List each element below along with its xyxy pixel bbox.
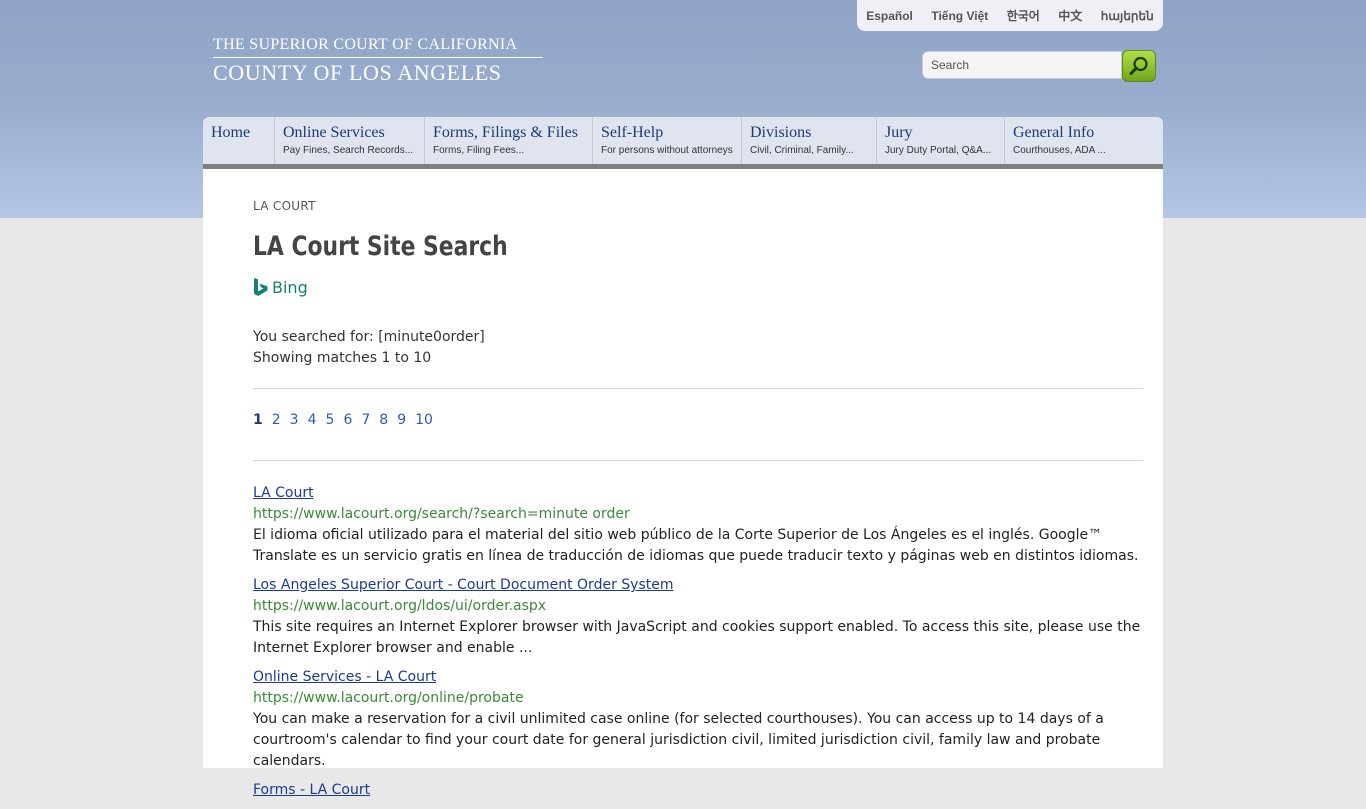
nav-jury-sub: Jury Duty Portal, Q&A...: [885, 145, 992, 156]
nav-divisions-title: Divisions: [750, 124, 812, 141]
result-title-link[interactable]: LA Court: [253, 483, 1143, 504]
result-title-link[interactable]: Forms - LA Court: [253, 780, 1143, 801]
nav-divisions-sub: Civil, Criminal, Family...: [750, 145, 854, 156]
site-search-input[interactable]: [922, 51, 1122, 79]
bing-icon: [254, 278, 268, 296]
search-button[interactable]: [1122, 50, 1156, 82]
nav-forms-filings-title: Forms, Filings & Files: [433, 124, 578, 141]
search-result: Forms - LA Court: [253, 780, 1143, 801]
bing-label: Bing: [272, 277, 308, 297]
nav-online-services-title: Online Services: [283, 124, 385, 141]
page-link-2[interactable]: 2: [272, 412, 281, 428]
breadcrumb[interactable]: LA COURT: [253, 199, 316, 213]
language-korean-link[interactable]: 한국어: [1007, 7, 1040, 24]
page-link-3[interactable]: 3: [290, 412, 299, 428]
logo-line-2: COUNTY OF LOS ANGELES: [213, 60, 502, 85]
search-result: Online Services - LA Court https://www.l…: [253, 667, 1143, 772]
nav-self-help-sub: For persons without attorneys: [601, 145, 733, 156]
nav-general-info-title: General Info: [1013, 124, 1095, 141]
page-link-5[interactable]: 5: [326, 412, 335, 428]
nav-self-help[interactable]: Self-Help For persons without attorneys: [593, 117, 742, 164]
divider: [253, 388, 1143, 389]
searched-for-text: You searched for: [minute0order]: [253, 329, 485, 345]
search-summary: You searched for: [minute0order] Showing…: [253, 327, 485, 369]
page-title: LA Court Site Search: [253, 231, 508, 262]
main-nav: Home Online Services Pay Fines, Search R…: [203, 117, 1163, 169]
nav-home-title: Home: [211, 124, 251, 141]
result-title-link[interactable]: Online Services - LA Court: [253, 667, 1143, 688]
result-url: https://www.lacourt.org/online/probate: [253, 690, 524, 706]
search-results: LA Court https://www.lacourt.org/search/…: [253, 483, 1143, 809]
page-link-4[interactable]: 4: [308, 412, 317, 428]
nav-forms-filings[interactable]: Forms, Filings & Files Forms, Filing Fee…: [425, 117, 593, 164]
nav-online-services-sub: Pay Fines, Search Records...: [283, 145, 414, 156]
nav-home[interactable]: Home: [203, 117, 275, 164]
result-description: You can make a reservation for a civil u…: [253, 711, 1104, 769]
search-result: LA Court https://www.lacourt.org/search/…: [253, 483, 1143, 567]
nav-forms-filings-sub: Forms, Filing Fees...: [433, 145, 525, 156]
nav-jury[interactable]: Jury Jury Duty Portal, Q&A...: [877, 117, 1005, 164]
result-description: El idioma oficial utilizado para el mate…: [253, 527, 1139, 564]
language-spanish-link[interactable]: Español: [866, 9, 913, 23]
language-armenian-link[interactable]: հայերեն: [1101, 9, 1154, 23]
nav-general-info-sub: Courthouses, ADA ...: [1013, 145, 1106, 156]
page-link-10[interactable]: 10: [415, 412, 433, 428]
court-logo[interactable]: THE SUPERIOR COURT OF CALIFORNIA COUNTY …: [213, 36, 543, 86]
logo-line-1: THE SUPERIOR COURT OF CALIFORNIA: [213, 36, 543, 58]
search-result: Los Angeles Superior Court - Court Docum…: [253, 575, 1143, 659]
language-chinese-link[interactable]: 中文: [1058, 7, 1082, 24]
nav-general-info[interactable]: General Info Courthouses, ADA ...: [1005, 117, 1163, 164]
magnifier-icon: [1129, 56, 1148, 75]
page-link-1[interactable]: 1: [253, 412, 263, 428]
result-url: https://www.lacourt.org/search/?search=m…: [253, 506, 630, 522]
result-title-link[interactable]: Los Angeles Superior Court - Court Docum…: [253, 575, 1143, 596]
nav-divisions[interactable]: Divisions Civil, Criminal, Family...: [742, 117, 877, 164]
result-url: https://www.lacourt.org/ldos/ui/order.as…: [253, 598, 547, 614]
showing-matches-text: Showing matches 1 to 10: [253, 350, 432, 366]
pagination: 1 2 3 4 5 6 7 8 9 10: [253, 412, 433, 428]
language-vietnamese-link[interactable]: Tiếng Việt: [931, 9, 988, 23]
page-link-6[interactable]: 6: [343, 412, 352, 428]
page-link-7[interactable]: 7: [361, 412, 370, 428]
page-link-9[interactable]: 9: [397, 412, 406, 428]
nav-online-services[interactable]: Online Services Pay Fines, Search Record…: [275, 117, 425, 164]
result-description: This site requires an Internet Explorer …: [253, 619, 1141, 656]
nav-jury-title: Jury: [885, 124, 913, 141]
divider: [253, 460, 1143, 461]
main-content: LA COURT LA Court Site Search Bing You s…: [203, 169, 1163, 798]
page-link-8[interactable]: 8: [379, 412, 388, 428]
nav-self-help-title: Self-Help: [601, 124, 664, 141]
language-bar: Español Tiếng Việt 한국어 中文 հայերեն: [857, 0, 1163, 31]
page-wrapper: Español Tiếng Việt 한국어 中文 հայերեն THE SU…: [203, 0, 1163, 798]
bing-logo: Bing: [253, 277, 308, 297]
